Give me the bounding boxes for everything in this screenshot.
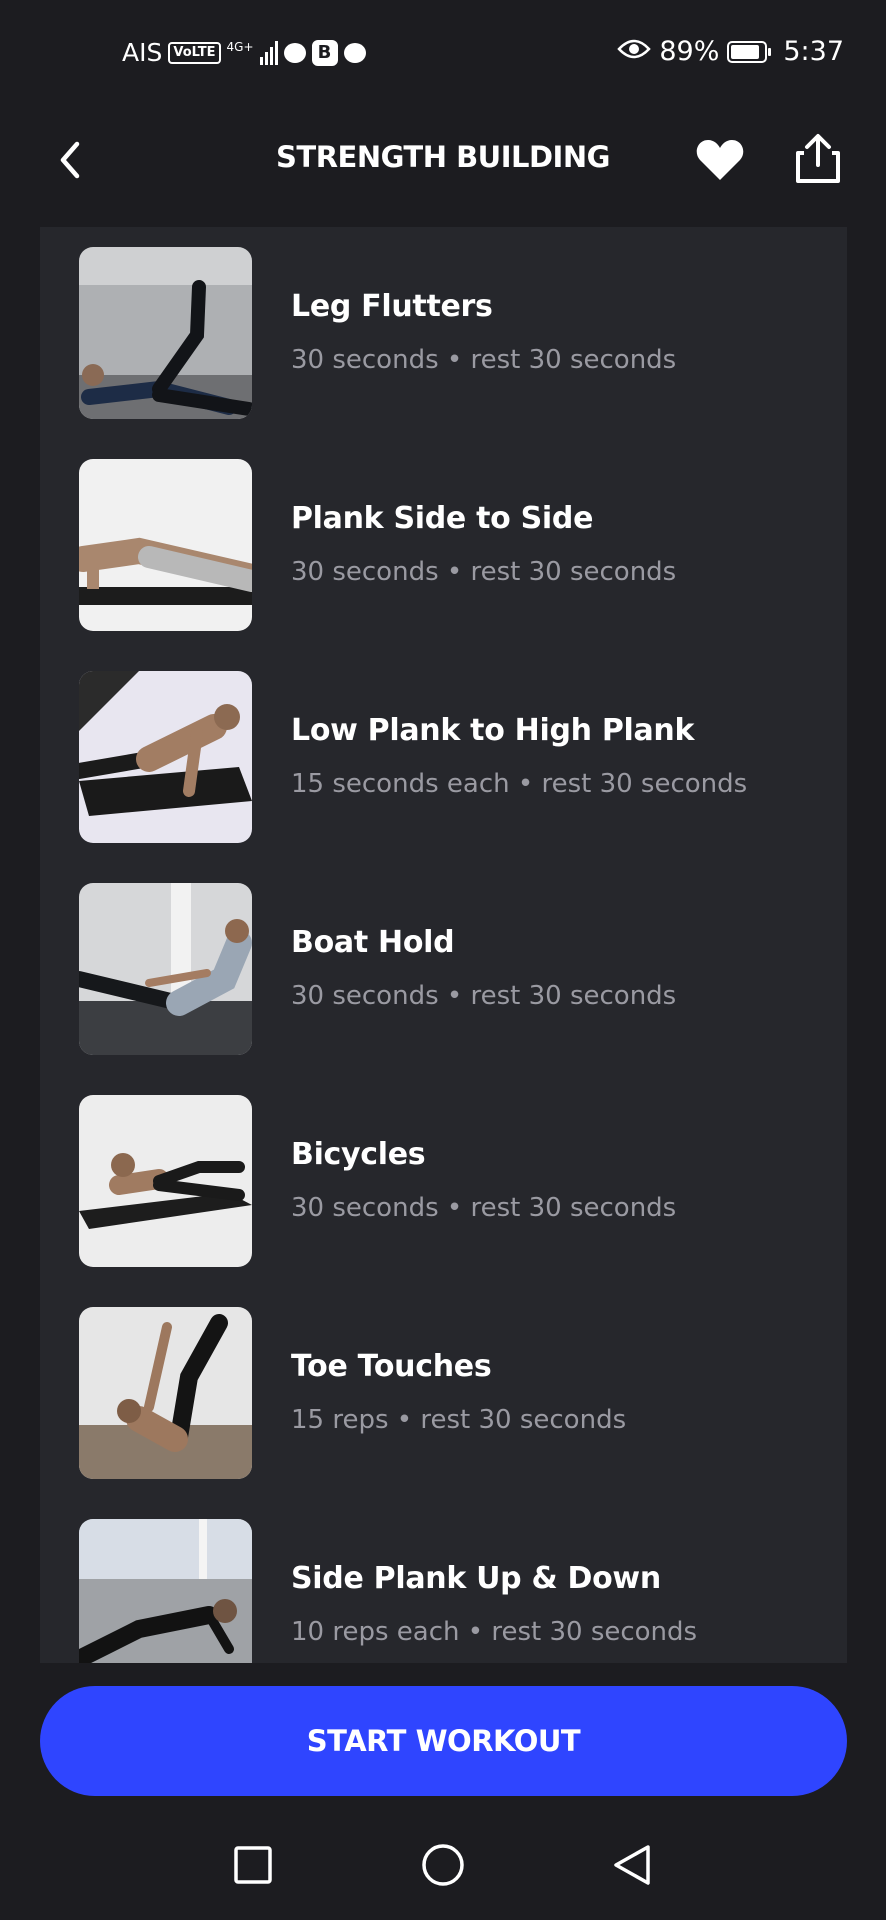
eye-icon: [617, 36, 652, 67]
clock: 5:37: [783, 36, 844, 67]
exercise-name: Low Plank to High Plank: [291, 713, 695, 748]
exercise-name: Side Plank Up & Down: [291, 1561, 661, 1596]
exercise-name: Leg Flutters: [291, 289, 493, 324]
exercise-thumbnail: [79, 1095, 252, 1267]
recents-square-icon: [234, 1846, 272, 1884]
b-app-icon: B: [311, 39, 338, 66]
exercise-name: Plank Side to Side: [291, 501, 594, 536]
battery-percent: 89%: [659, 36, 720, 67]
status-left: AIS VoLTE 4G+ B: [122, 38, 366, 67]
list-item[interactable]: Plank Side to Side 30 seconds • rest 30 …: [40, 439, 847, 631]
list-item[interactable]: Bicycles 30 seconds • rest 30 seconds: [40, 1075, 847, 1267]
list-item[interactable]: Boat Hold 30 seconds • rest 30 seconds: [40, 863, 847, 1055]
favorite-button[interactable]: [692, 134, 748, 186]
exercise-thumbnail: [79, 883, 252, 1055]
exercise-thumbnail: [79, 1307, 252, 1479]
exercise-list[interactable]: Leg Flutters 30 seconds • rest 30 second…: [40, 227, 847, 1663]
share-button[interactable]: [788, 128, 848, 190]
exercise-thumbnail: [79, 671, 252, 843]
system-nav-bar: [0, 1810, 886, 1920]
chat-bubble-icon: [343, 42, 366, 63]
exercise-name: Bicycles: [291, 1137, 426, 1172]
exercise-name: Boat Hold: [291, 925, 455, 960]
list-item[interactable]: Leg Flutters 30 seconds • rest 30 second…: [40, 227, 847, 419]
list-item[interactable]: Side Plank Up & Down 10 reps each • rest…: [40, 1499, 847, 1663]
exercise-detail: 15 seconds each • rest 30 seconds: [291, 769, 748, 799]
recents-button[interactable]: [228, 1840, 278, 1890]
exercise-detail: 10 reps each • rest 30 seconds: [291, 1617, 698, 1647]
exercise-detail: 30 seconds • rest 30 seconds: [291, 345, 677, 375]
header: STRENGTH BUILDING: [0, 110, 886, 210]
list-item[interactable]: Toe Touches 15 reps • rest 30 seconds: [40, 1287, 847, 1479]
page-title: STRENGTH BUILDING: [276, 140, 610, 174]
chat-bubble-icon: [283, 42, 306, 63]
volte-badge: VoLTE: [168, 41, 221, 64]
start-workout-button[interactable]: START WORKOUT: [40, 1686, 847, 1796]
exercise-thumbnail: [79, 1519, 252, 1663]
list-item[interactable]: Low Plank to High Plank 15 seconds each …: [40, 651, 847, 843]
signal-icon: [259, 40, 278, 65]
exercise-thumbnail: [79, 247, 252, 419]
exercise-name: Toe Touches: [291, 1349, 492, 1384]
exercise-detail: 30 seconds • rest 30 seconds: [291, 981, 677, 1011]
home-circle-icon: [422, 1844, 464, 1886]
back-nav-button[interactable]: [607, 1840, 657, 1890]
status-bar: AIS VoLTE 4G+ B 89% 5:37: [0, 0, 886, 110]
network-type: 4G+: [226, 39, 254, 54]
home-button[interactable]: [418, 1840, 468, 1890]
share-icon: [796, 134, 840, 183]
carrier-label: AIS: [122, 38, 163, 67]
heart-icon: [696, 140, 744, 180]
back-triangle-icon: [614, 1845, 650, 1885]
exercise-detail: 30 seconds • rest 30 seconds: [291, 1193, 677, 1223]
battery-icon: [727, 40, 772, 63]
exercise-detail: 30 seconds • rest 30 seconds: [291, 557, 677, 587]
status-right: 89% 5:37: [617, 36, 844, 67]
exercise-detail: 15 reps • rest 30 seconds: [291, 1405, 627, 1435]
exercise-thumbnail: [79, 459, 252, 631]
